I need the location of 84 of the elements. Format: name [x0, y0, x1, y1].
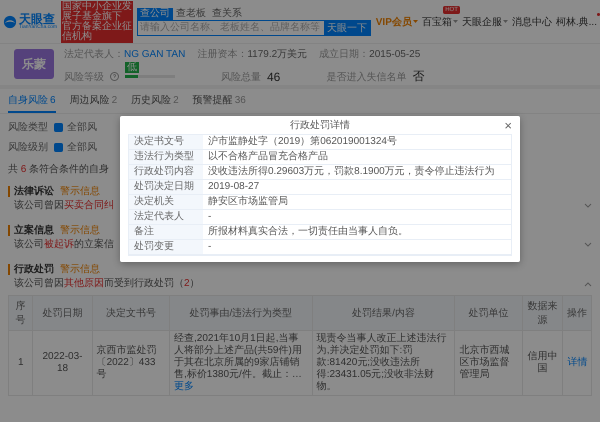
section-title: 法律诉讼 — [8, 186, 54, 196]
field-value: - — [203, 240, 511, 255]
field-value: 沪市监静处字（2019）第062019001324号 — [203, 135, 511, 150]
chevron-down-icon[interactable] — [584, 203, 592, 209]
nav-item[interactable]: 消息中心 — [512, 14, 552, 28]
caret-icon — [412, 20, 418, 23]
search-button[interactable]: 天眼一下 — [324, 20, 370, 34]
field-value: 所报材料真实合法，一切责任由当事人自负。 — [203, 225, 511, 240]
field-label: 决定书文号 — [129, 135, 203, 150]
column-header: 数据来源 — [522, 296, 563, 330]
caret-icon — [502, 20, 508, 23]
risk-tab[interactable]: 自身风险 6 — [8, 89, 56, 113]
field-label: 法定代表人 — [129, 210, 203, 225]
chevron-down-icon[interactable] — [584, 242, 592, 248]
column-header: 处罚单位 — [454, 296, 522, 330]
column-header: 序号 — [8, 296, 33, 330]
table-cell: 北京市西城区市场监督管理局 — [454, 330, 522, 396]
company-info: 注册资本：1179.2万美元 — [197, 48, 308, 61]
warning-tag: 警示信息 — [60, 262, 100, 276]
column-header: 决定文书号 — [92, 296, 170, 330]
risk-tab[interactable]: 历史风险 2 — [131, 89, 179, 113]
eye-logo-icon — [3, 14, 17, 28]
result-summary: 共 6 条符合条件的自身 — [8, 163, 110, 177]
nav-item[interactable]: 天眼企服 — [462, 14, 508, 28]
risk-level-label: 风险等级 — [64, 70, 104, 84]
logo-name: 天眼查 — [19, 13, 55, 25]
dialog-title: 行政处罚详情 — [290, 118, 350, 132]
field-value: 没收违法所得0.29603万元，罚款8.1900万元，责令停止违法行为 — [203, 165, 511, 180]
filter-option[interactable]: 全部风 — [67, 120, 97, 134]
section-summary: 该公司曾因其他原因而受到行政处罚（2） — [14, 277, 200, 291]
field-label: 备注 — [129, 225, 203, 240]
section-title: 立案信息 — [8, 224, 54, 236]
company-avatar: 乐蒙 — [14, 49, 54, 79]
field-value: 静安区市场监管局 — [203, 195, 511, 210]
section-summary: 该公司曾因买卖合同纠 — [14, 199, 114, 213]
field-label: 决定机关 — [129, 195, 203, 210]
column-header: 处罚事由/违法行为类型 — [170, 296, 312, 330]
chevron-up-icon[interactable] — [584, 281, 592, 287]
warning-tag: 警示信息 — [60, 184, 100, 198]
table-cell: 信用中国 — [522, 330, 563, 396]
help-icon — [110, 72, 119, 81]
risk-tab[interactable]: 周边风险 2 — [70, 89, 118, 113]
column-header: 操作 — [562, 296, 592, 330]
promo-banner[interactable]: 国家中小企业发展子基金旗下 官方备案企业征信机构 — [61, 0, 134, 42]
table-cell: 经查,2021年10月1日起,当事人将部分上述产品(共59件)用于其在北京所属的9家店铺销售,标价1380元/件。截止：… — [174, 333, 302, 380]
checkbox[interactable] — [54, 122, 63, 132]
caret-icon — [452, 20, 458, 23]
table-cell: 京西市监处罚〔2022〕433号 — [92, 330, 170, 396]
risk-total: 46 — [267, 70, 280, 84]
risk-total-label: 风险总量 — [221, 70, 261, 84]
search-tab[interactable]: 查老板 — [173, 8, 210, 20]
close-button[interactable]: × — [504, 119, 512, 133]
field-value: 以不合格产品冒充合格产品 — [203, 150, 511, 165]
filter-label: 风险类型 — [8, 120, 49, 134]
table-cell: 现责令当事人改正上述违法行为,并决定处罚如下:罚款:81420元;没收违法所得:23431.05元;没收非法财物。 — [312, 330, 455, 396]
details-link[interactable]: 详情 — [567, 357, 588, 368]
field-label: 行政处罚内容 — [129, 165, 203, 180]
filter-option[interactable]: 全部风 — [67, 140, 97, 154]
search-tab[interactable]: 查关系 — [209, 8, 246, 20]
section-title: 行政处罚 — [8, 264, 54, 274]
search-tab[interactable]: 查公司 — [137, 8, 174, 20]
blacklist-label: 是否进入失信名单 — [326, 70, 406, 84]
column-header: 处罚日期 — [32, 296, 92, 330]
field-value: 2019-08-27 — [203, 180, 511, 195]
risk-tab[interactable]: 预警提醒 36 — [192, 89, 246, 113]
field-value: - — [203, 210, 511, 225]
table-cell: 2022-03-18 — [32, 330, 92, 396]
field-label: 处罚变更 — [129, 240, 203, 255]
table-cell: 1 — [8, 330, 33, 396]
warning-tag: 警示信息 — [60, 223, 100, 237]
section-summary: 该公司被起诉的立案信 — [14, 238, 114, 252]
blacklist-value: 否 — [412, 68, 424, 85]
field-label: 违法行为类型 — [129, 150, 203, 165]
checkbox[interactable] — [54, 142, 63, 152]
notification-dot-icon — [597, 12, 600, 16]
nav-item[interactable]: VIP会员 — [376, 14, 418, 28]
nav-item[interactable]: 柯林.典... — [556, 14, 597, 28]
company-info: 成立日期：2015-05-25 — [319, 48, 420, 61]
filter-label: 风险级别 — [8, 141, 49, 154]
company-info: 法定代表人：NG GAN TAN — [64, 48, 186, 61]
field-label: 处罚决定日期 — [129, 180, 203, 195]
more-link[interactable]: 更多 — [174, 381, 194, 392]
column-header: 处罚结果/内容 — [312, 296, 455, 330]
risk-badge: 低 — [125, 62, 139, 73]
